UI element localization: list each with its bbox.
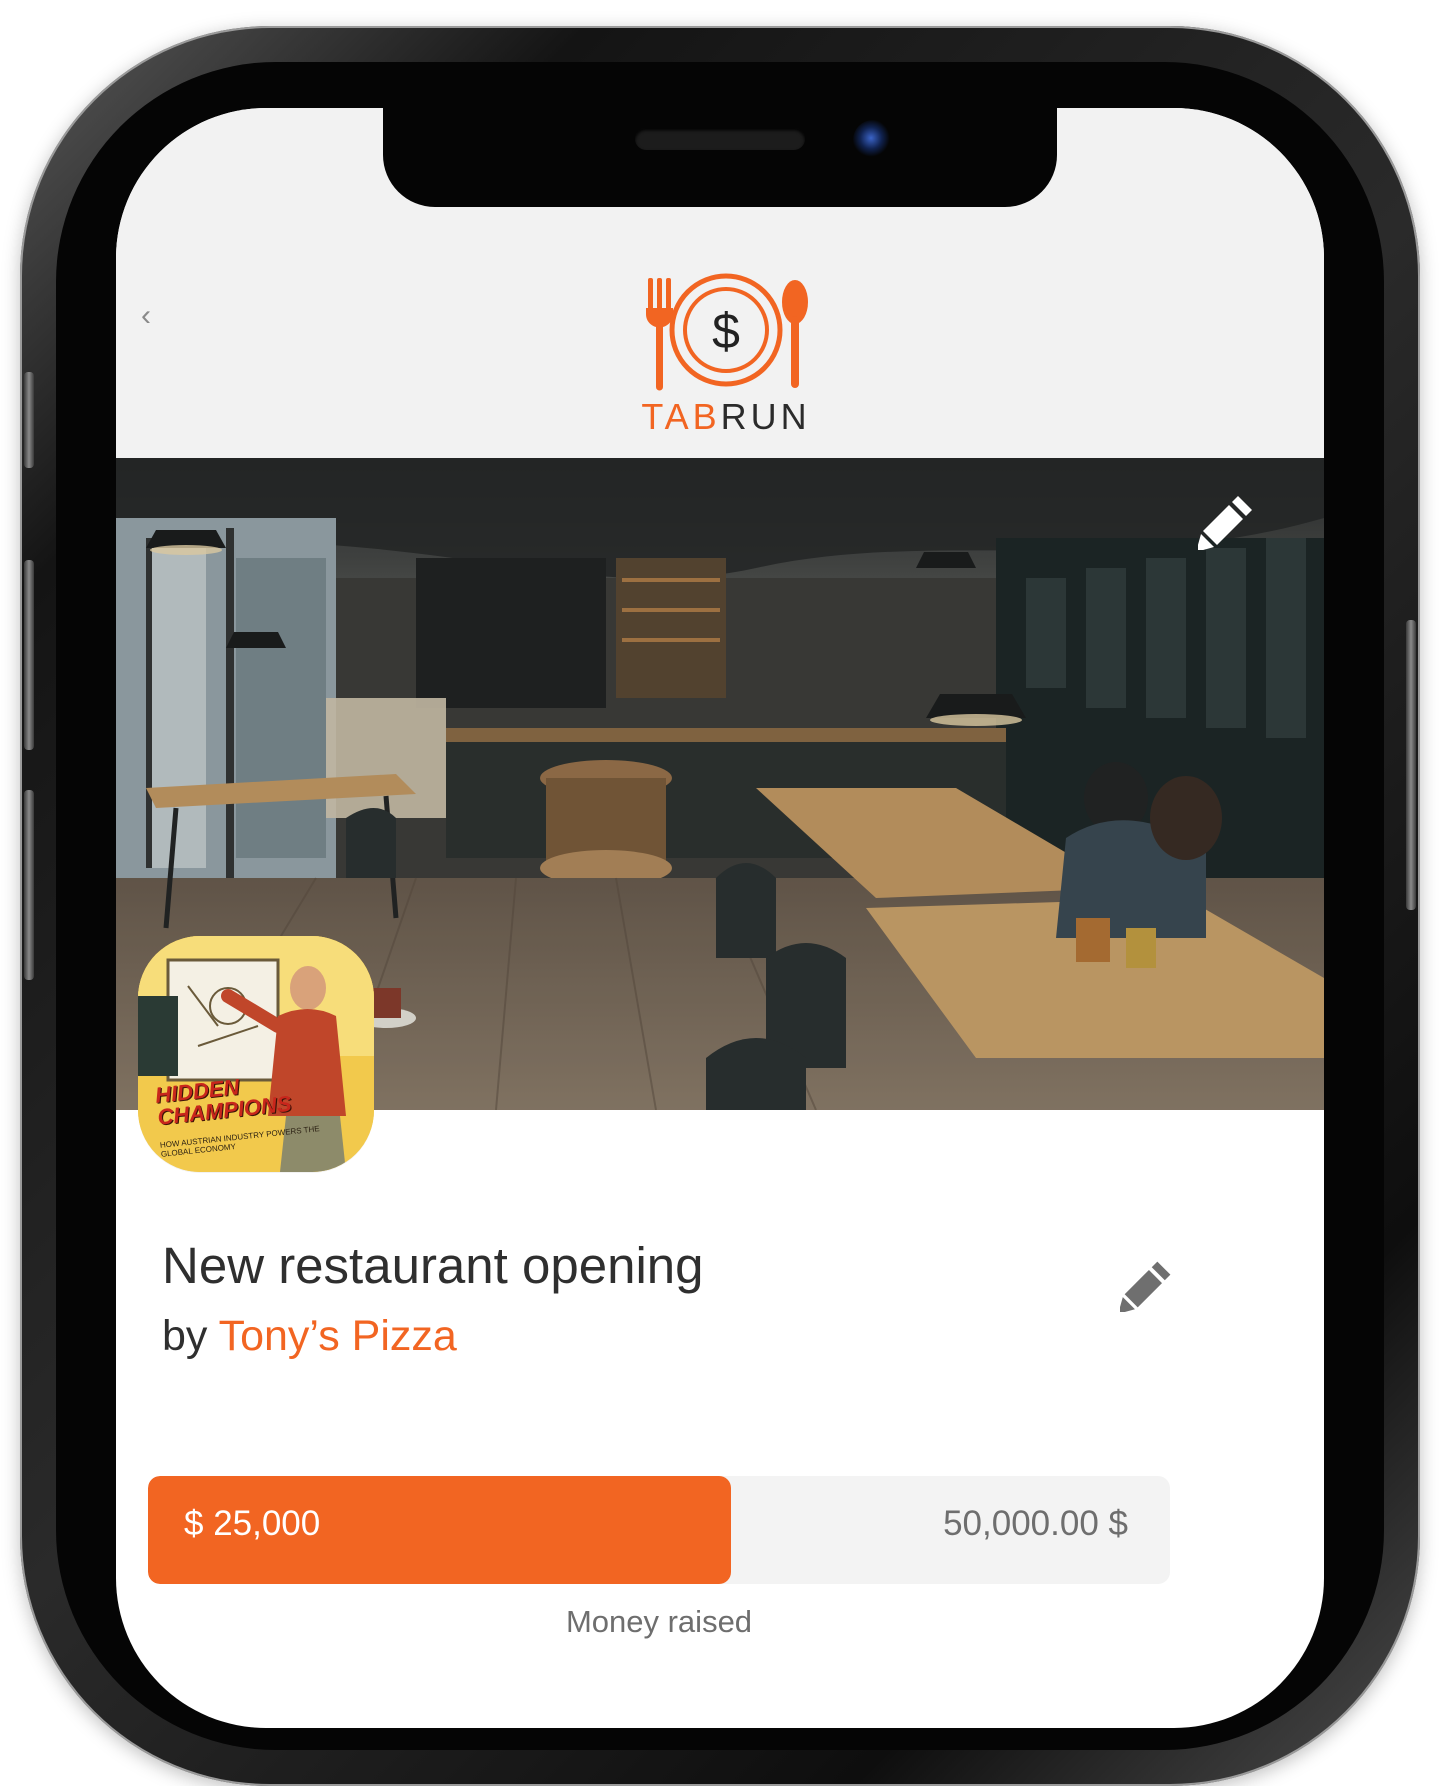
brand-suffix: RUN bbox=[720, 396, 811, 437]
volume-up-button bbox=[24, 560, 34, 750]
edit-cover-button[interactable] bbox=[1196, 490, 1258, 552]
raised-amount: $ 25,000 bbox=[184, 1504, 321, 1543]
goal-amount: 50,000.00 $ bbox=[943, 1504, 1128, 1543]
earpiece-speaker bbox=[635, 128, 805, 150]
organizer-link[interactable]: Tony’s Pizza bbox=[219, 1312, 457, 1360]
fundraising-progress-bar: $ 25,000 50,000.00 $ bbox=[148, 1476, 1170, 1584]
edit-campaign-button[interactable] bbox=[1118, 1256, 1176, 1314]
brand-prefix: TAB bbox=[641, 396, 721, 437]
progress-caption: Money raised bbox=[565, 1604, 753, 1639]
campaign-byline: by Tony’s Pizza bbox=[162, 1312, 457, 1361]
plate-cutlery-icon: $ bbox=[646, 273, 808, 391]
silent-switch bbox=[24, 372, 34, 468]
svg-text:$: $ bbox=[712, 303, 740, 359]
back-button[interactable]: ‹ bbox=[126, 296, 166, 336]
progress-fill: $ 25,000 bbox=[148, 1476, 731, 1584]
pencil-icon bbox=[1118, 1261, 1171, 1314]
phone-screen: ‹ $ TABRUN HIDDEN CHAMPIONS HOW AUSTRIAN… bbox=[116, 108, 1324, 1728]
brand-name: TABRUN bbox=[626, 396, 826, 438]
power-button bbox=[1406, 620, 1416, 910]
campaign-avatar: HIDDEN CHAMPIONS HOW AUSTRIAN INDUSTRY PO… bbox=[138, 936, 374, 1172]
campaign-title: New restaurant opening bbox=[162, 1237, 704, 1294]
pencil-icon bbox=[1196, 496, 1252, 552]
tabrun-logo: $ TABRUN bbox=[626, 268, 826, 458]
front-camera bbox=[853, 120, 893, 160]
phone-notch bbox=[383, 108, 1057, 207]
byline-prefix: by bbox=[162, 1312, 219, 1360]
volume-down-button bbox=[24, 790, 34, 980]
